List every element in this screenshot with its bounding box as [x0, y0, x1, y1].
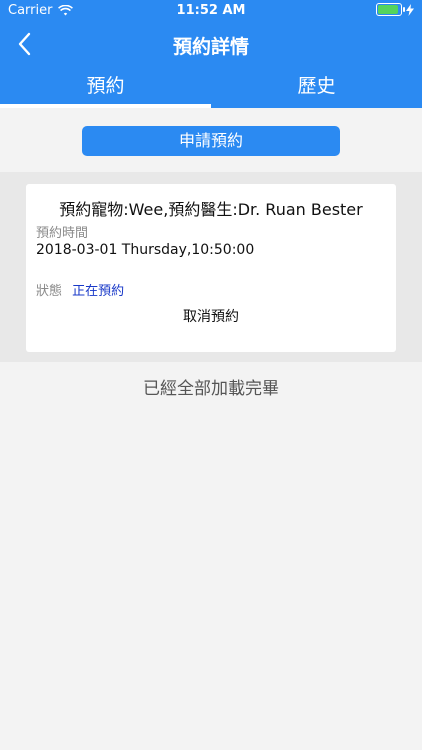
appointment-title: 預約寵物:Wee,預約醫生:Dr. Ruan Bester	[59, 200, 363, 219]
appointment-time-value: 2018-03-01 Thursday,10:50:00	[36, 242, 255, 258]
battery-icon	[376, 3, 405, 16]
page-title: 預約詳情	[172, 36, 249, 58]
charging-bolt-icon	[406, 3, 414, 16]
appointment-card: 預約寵物:Wee,預約醫生:Dr. Ruan Bester 預約時間 2018-…	[26, 184, 396, 352]
all-loaded-text: 已經全部加載完畢	[143, 379, 279, 399]
tab-bar: 預約 歷史	[0, 66, 422, 108]
apply-appointment-button[interactable]: 申請預約	[82, 126, 340, 156]
status-label: 狀態	[36, 284, 63, 299]
appointment-status-row: 狀態 正在預約	[36, 280, 124, 299]
tab-appointment[interactable]: 預約	[0, 66, 211, 108]
appointment-time-label: 預約時間	[36, 226, 89, 241]
tab-history[interactable]: 歷史	[211, 66, 422, 108]
status-time: 11:52 AM	[176, 3, 246, 18]
status-value: 正在預約	[72, 284, 125, 299]
navigation-bar: 預約詳情	[0, 22, 422, 66]
status-right	[376, 3, 414, 16]
cancel-appointment-button[interactable]: 取消預約	[26, 306, 396, 326]
app-header: Carrier 11:52 AM 預約詳情 預約 歷史	[0, 0, 422, 108]
status-bar: Carrier 11:52 AM	[0, 0, 422, 22]
